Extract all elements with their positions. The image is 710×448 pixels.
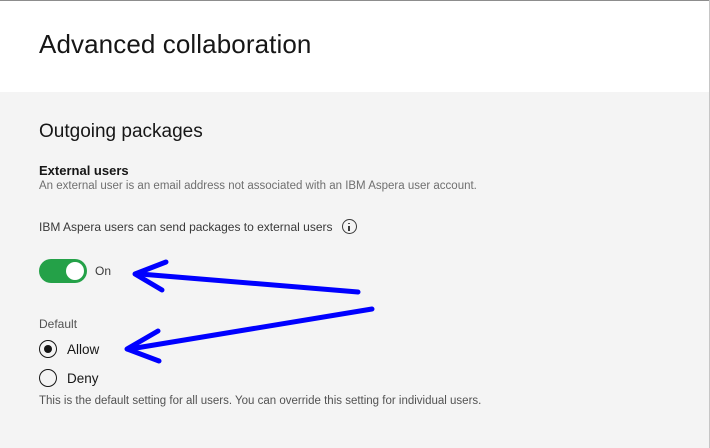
radio-allow-circle[interactable] <box>39 340 57 358</box>
info-circle-icon[interactable] <box>341 219 357 234</box>
default-label: Default <box>39 317 78 331</box>
radio-allow[interactable]: Allow <box>39 340 99 358</box>
toggle-label-row: IBM Aspera users can send packages to ex… <box>39 219 357 234</box>
page-title: Advanced collaboration <box>39 29 312 59</box>
external-users-description: An external user is an email address not… <box>39 180 477 192</box>
toggle-label: IBM Aspera users can send packages to ex… <box>39 219 333 234</box>
radio-allow-label[interactable]: Allow <box>67 342 99 357</box>
toggle-state-text: On <box>95 264 112 278</box>
radio-deny[interactable]: Deny <box>39 369 99 387</box>
radio-deny-circle[interactable] <box>39 369 57 387</box>
radio-deny-label[interactable]: Deny <box>67 371 99 386</box>
default-helper-text: This is the default setting for all user… <box>39 395 482 407</box>
external-users-toggle[interactable] <box>39 259 87 283</box>
outgoing-packages-panel: Outgoing packages External users An exte… <box>0 92 709 448</box>
section-title: Outgoing packages <box>39 121 203 142</box>
page-header: Advanced collaboration <box>0 1 709 92</box>
external-users-heading: External users <box>39 163 129 178</box>
toggle-knob <box>66 262 84 280</box>
